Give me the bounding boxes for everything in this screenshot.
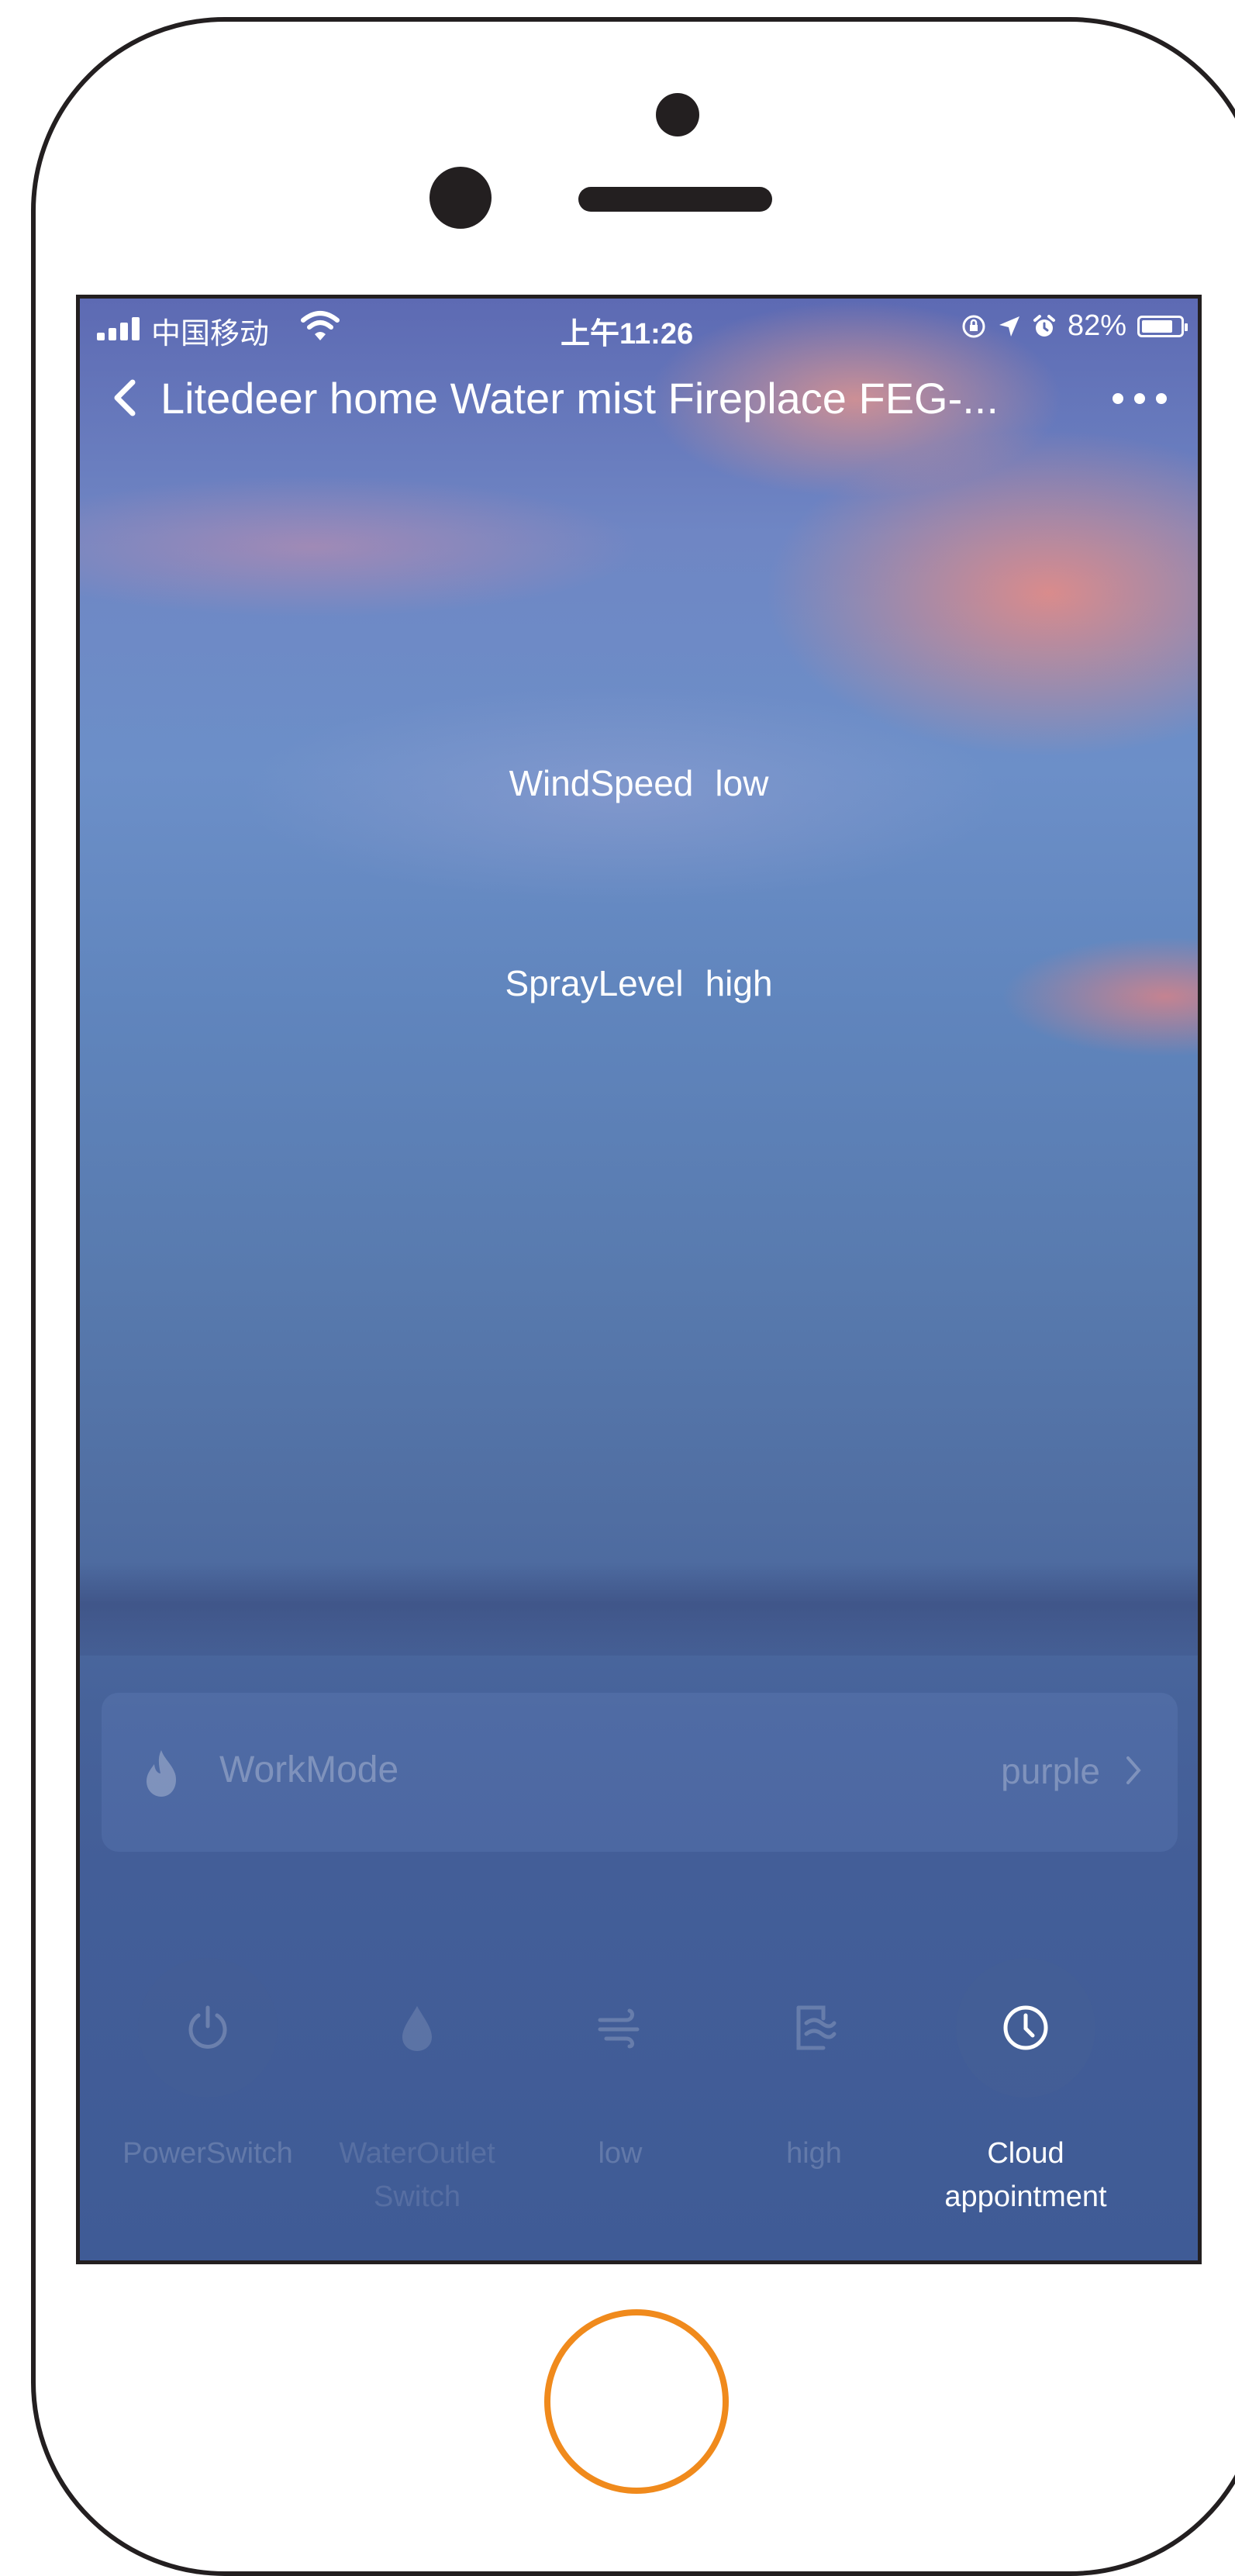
spray-high-label: high xyxy=(786,2137,842,2170)
signal-icon xyxy=(97,317,145,340)
alarm-icon xyxy=(1033,314,1055,337)
spray-level-row: SprayLevel high xyxy=(80,962,1198,1004)
wind-low-button[interactable]: low xyxy=(523,1958,717,2175)
cloud-appointment-circle xyxy=(956,1958,1095,2098)
spray-high-button[interactable]: high xyxy=(717,1958,911,2175)
power-button-circle xyxy=(138,1958,278,2098)
more-options-icon[interactable] xyxy=(1111,392,1168,406)
clock-icon xyxy=(1003,2005,1048,2050)
water-outlet-button-circle xyxy=(347,1958,487,2098)
wind-speed-value: low xyxy=(715,763,769,803)
front-camera xyxy=(656,93,699,136)
spray-button-circle xyxy=(744,1958,884,2098)
orientation-lock-icon xyxy=(962,315,985,337)
spray-icon xyxy=(796,2005,837,2050)
wind-button-circle xyxy=(550,1958,690,2098)
water-outlet-switch-button[interactable]: WaterOutletSwitch xyxy=(320,1958,514,2219)
clock-time: 上午11:26 xyxy=(561,318,694,350)
carrier-name: 中国移动 xyxy=(151,318,270,350)
wind-speed-label: WindSpeed xyxy=(509,763,694,803)
status-icons: 82% xyxy=(961,309,1188,343)
wind-icon xyxy=(598,2008,640,2049)
app-screen: 中国移动 上午11:26 82% Litedeer home Water mis… xyxy=(76,295,1202,2264)
background-landscape xyxy=(80,1563,1198,1656)
home-button[interactable] xyxy=(544,2309,729,2494)
water-drop-icon xyxy=(402,2006,432,2051)
location-arrow-icon xyxy=(999,316,1019,337)
navigation-bar: Litedeer home Water mist Fireplace FEG-.… xyxy=(80,365,1198,435)
power-icon xyxy=(188,2005,227,2049)
status-bar: 中国移动 上午11:26 82% xyxy=(80,299,1198,353)
chevron-right-icon xyxy=(1126,1756,1141,1784)
cloud-appointment-label: Cloud appointment xyxy=(944,2137,1107,2213)
spray-level-label: SprayLevel xyxy=(505,963,684,1003)
battery-percent: 82% xyxy=(1067,309,1126,342)
power-switch-label: PowerSwitch xyxy=(122,2137,293,2170)
wind-low-label: low xyxy=(598,2137,643,2170)
wind-speed-row: WindSpeed low xyxy=(80,762,1198,804)
back-chevron-icon[interactable] xyxy=(111,378,139,418)
power-switch-button[interactable]: PowerSwitch xyxy=(111,1958,305,2175)
bottom-action-bar: PowerSwitch WaterOutletSwitch low high C… xyxy=(80,1958,1198,2260)
workmode-row[interactable]: WorkMode purple xyxy=(102,1693,1178,1852)
page-title: Litedeer home Water mist Fireplace FEG-.… xyxy=(160,374,999,423)
earpiece-speaker xyxy=(578,187,772,212)
battery-icon xyxy=(1137,315,1188,337)
proximity-sensor xyxy=(429,167,492,229)
battery-fill xyxy=(1142,319,1173,333)
water-outlet-switch-label: WaterOutletSwitch xyxy=(339,2137,495,2213)
cloud-appointment-button[interactable]: Cloud appointment xyxy=(909,1958,1142,2219)
workmode-label: WorkMode xyxy=(219,1749,399,1790)
wifi-icon xyxy=(301,311,340,340)
workmode-value: purple xyxy=(1001,1751,1100,1791)
flame-icon xyxy=(147,1750,176,1797)
spray-level-value: high xyxy=(705,963,773,1003)
